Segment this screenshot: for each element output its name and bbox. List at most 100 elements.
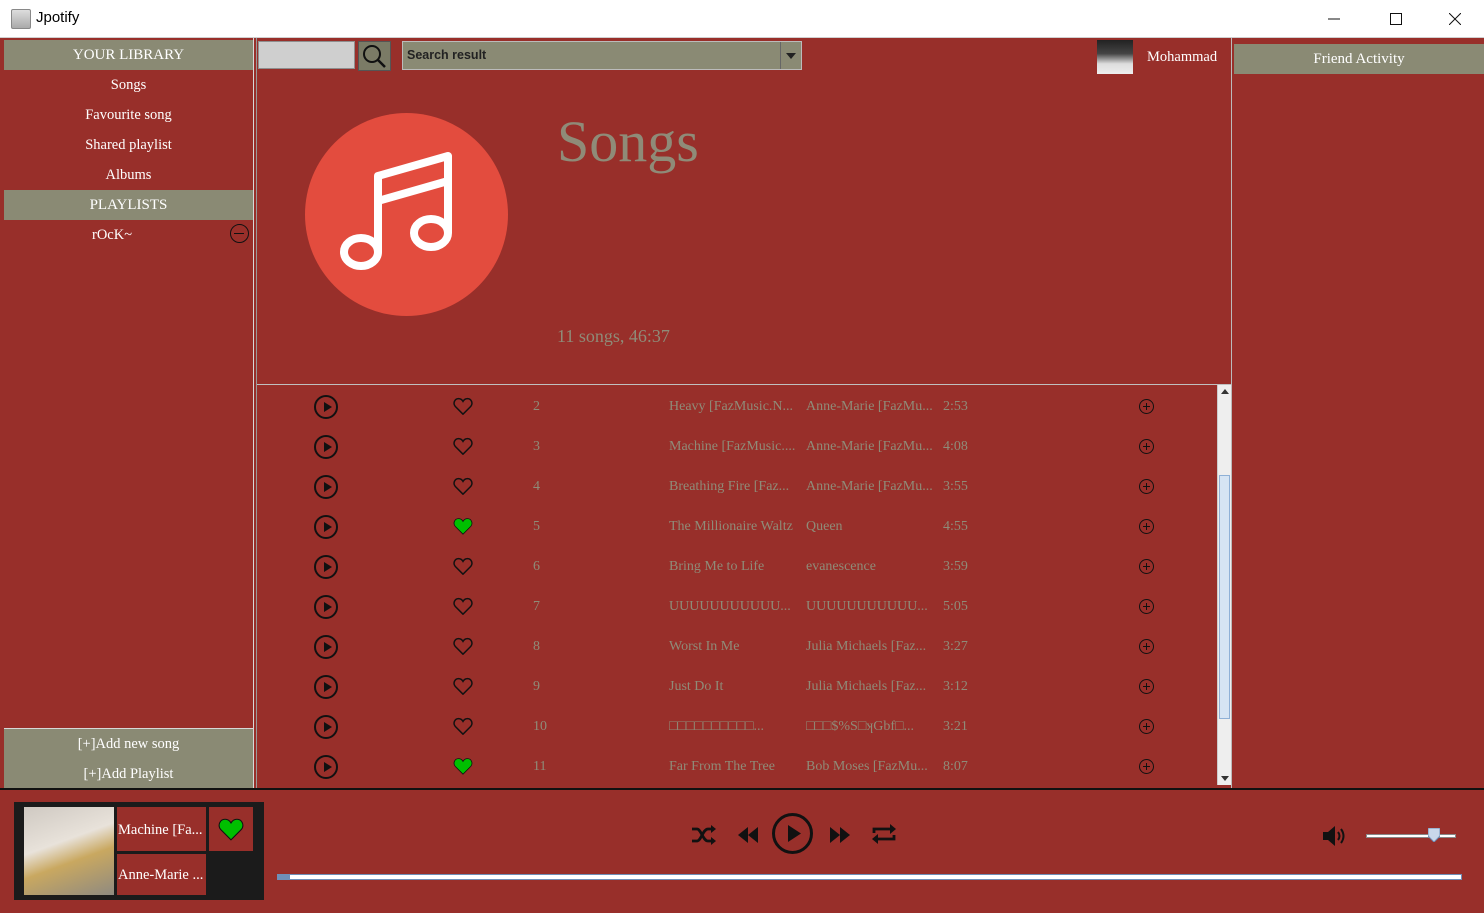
song-title: Just Do It	[669, 679, 724, 694]
song-list-scrollbar[interactable]	[1217, 385, 1231, 785]
window-title: Jpotify	[36, 9, 80, 26]
maximize-button[interactable]	[1373, 0, 1419, 37]
remove-playlist-icon[interactable]	[230, 224, 249, 243]
playback-progress-bar[interactable]	[277, 874, 1462, 880]
play-song-button[interactable]	[314, 755, 338, 779]
add-to-playlist-icon[interactable]	[1139, 639, 1154, 654]
songs-summary: 11 songs, 46:37	[557, 326, 670, 346]
play-song-button[interactable]	[314, 595, 338, 619]
previous-icon[interactable]	[736, 825, 760, 845]
song-row[interactable]: 5 The Millionaire Waltz Queen 4:55	[257, 507, 1217, 547]
song-duration: 2:53	[943, 399, 968, 414]
user-name[interactable]: Mohammad	[1147, 49, 1217, 66]
song-artist: UUUUUUUUUUU...	[806, 599, 928, 614]
scroll-down-arrow-icon[interactable]	[1218, 771, 1231, 785]
add-to-playlist-icon[interactable]	[1139, 719, 1154, 734]
add-to-playlist-icon[interactable]	[1139, 559, 1154, 574]
add-to-playlist-icon[interactable]	[1139, 679, 1154, 694]
add-to-playlist-icon[interactable]	[1139, 479, 1154, 494]
play-song-button[interactable]	[314, 675, 338, 699]
heart-icon[interactable]	[453, 557, 473, 575]
play-song-button[interactable]	[314, 515, 338, 539]
play-song-button[interactable]	[314, 555, 338, 579]
add-to-playlist-icon[interactable]	[1139, 759, 1154, 774]
sidebar-item-albums[interactable]: Albums	[4, 160, 253, 190]
add-to-playlist-icon[interactable]	[1139, 519, 1154, 534]
shuffle-icon[interactable]	[690, 823, 716, 847]
heart-icon[interactable]	[453, 517, 473, 535]
add-new-song-button[interactable]: [+]Add new song	[4, 729, 253, 759]
song-artist: Anne-Marie [FazMu...	[806, 399, 933, 414]
scroll-up-arrow-icon[interactable]	[1218, 385, 1231, 399]
search-button[interactable]	[358, 41, 391, 71]
play-song-button[interactable]	[314, 435, 338, 459]
song-row[interactable]: 7 UUUUUUUUUUU... UUUUUUUUUUU... 5:05	[257, 587, 1217, 627]
heart-icon	[218, 818, 244, 841]
heart-icon[interactable]	[453, 397, 473, 415]
song-number: 11	[533, 759, 547, 774]
sidebar-actions: [+]Add new song [+]Add Playlist	[4, 728, 253, 789]
search-result-dropdown[interactable]: Search result	[402, 41, 802, 70]
add-to-playlist-icon[interactable]	[1139, 439, 1154, 454]
song-row[interactable]: 4 Breathing Fire [Faz... Anne-Marie [FazMu…	[257, 467, 1217, 507]
minimize-button[interactable]	[1311, 0, 1357, 37]
close-button[interactable]	[1432, 0, 1478, 37]
next-icon[interactable]	[828, 825, 852, 845]
content-panel: Search result Mohammad Songs 11 songs, 4…	[256, 38, 1232, 788]
play-song-button[interactable]	[314, 395, 338, 419]
song-row[interactable]: 9 Just Do It Julia Michaels [Faz... 3:12	[257, 667, 1217, 707]
play-song-button[interactable]	[314, 475, 338, 499]
avatar[interactable]	[1097, 40, 1133, 74]
song-row[interactable]: 2 Heavy [FazMusic.N... Anne-Marie [FazMu..…	[257, 387, 1217, 427]
heart-icon[interactable]	[453, 477, 473, 495]
now-playing-like-button[interactable]	[209, 807, 253, 851]
add-playlist-button[interactable]: [+]Add Playlist	[4, 759, 253, 789]
volume-icon[interactable]	[1321, 824, 1351, 848]
song-artist: Queen	[806, 519, 843, 534]
search-input[interactable]	[258, 41, 355, 69]
minimize-icon	[1328, 18, 1340, 19]
heart-icon[interactable]	[453, 637, 473, 655]
chevron-down-icon[interactable]	[780, 42, 801, 69]
heart-icon[interactable]	[453, 597, 473, 615]
song-title: UUUUUUUUUUU...	[669, 599, 791, 614]
repeat-icon[interactable]	[870, 821, 898, 847]
song-artist: Bob Moses [FazMu...	[806, 759, 928, 774]
song-duration: 5:05	[943, 599, 968, 614]
dropdown-value: Search result	[407, 48, 487, 62]
heart-icon[interactable]	[453, 717, 473, 735]
song-title: □□□□□□□□□□...	[669, 719, 765, 734]
song-title: Far From The Tree	[669, 759, 775, 774]
playlist-item-rock[interactable]: rOcK~	[4, 220, 253, 250]
search-icon	[363, 45, 386, 68]
song-row[interactable]: 3 Machine [FazMusic.... Anne-Marie [FazMu.…	[257, 427, 1217, 467]
scrollbar-thumb[interactable]	[1219, 475, 1230, 719]
heart-icon[interactable]	[453, 757, 473, 775]
play-pause-button[interactable]	[772, 813, 813, 854]
song-duration: 3:12	[943, 679, 968, 694]
song-row[interactable]: 6 Bring Me to Life evanescence 3:59	[257, 547, 1217, 587]
sidebar-item-shared-playlist[interactable]: Shared playlist	[4, 130, 253, 160]
song-duration: 3:21	[943, 719, 968, 734]
add-to-playlist-icon[interactable]	[1139, 399, 1154, 414]
play-icon	[788, 825, 801, 842]
music-note-icon	[340, 152, 452, 270]
play-song-button[interactable]	[314, 635, 338, 659]
heart-icon[interactable]	[453, 677, 473, 695]
heart-icon[interactable]	[453, 437, 473, 455]
song-artist: Anne-Marie [FazMu...	[806, 479, 933, 494]
song-row[interactable]: 8 Worst In Me Julia Michaels [Faz... 3:27	[257, 627, 1217, 667]
sidebar-item-songs[interactable]: Songs	[4, 70, 253, 100]
add-to-playlist-icon[interactable]	[1139, 599, 1154, 614]
volume-slider-thumb[interactable]	[1428, 828, 1440, 842]
library-header: YOUR LIBRARY	[4, 40, 253, 70]
play-song-button[interactable]	[314, 715, 338, 739]
volume-slider[interactable]	[1366, 834, 1456, 838]
song-number: 9	[533, 679, 540, 694]
sidebar-item-favourite-song[interactable]: Favourite song	[4, 100, 253, 130]
song-row[interactable]: 10 □□□□□□□□□□... □□□$%S□ʞGbf□... 3:21	[257, 707, 1217, 747]
songs-cover-art	[305, 113, 508, 316]
friend-activity-panel: Friend Activity	[1234, 38, 1484, 788]
playlists-header: PLAYLISTS	[4, 190, 253, 220]
song-row[interactable]: 11 Far From The Tree Bob Moses [FazMu... 8:…	[257, 747, 1217, 785]
